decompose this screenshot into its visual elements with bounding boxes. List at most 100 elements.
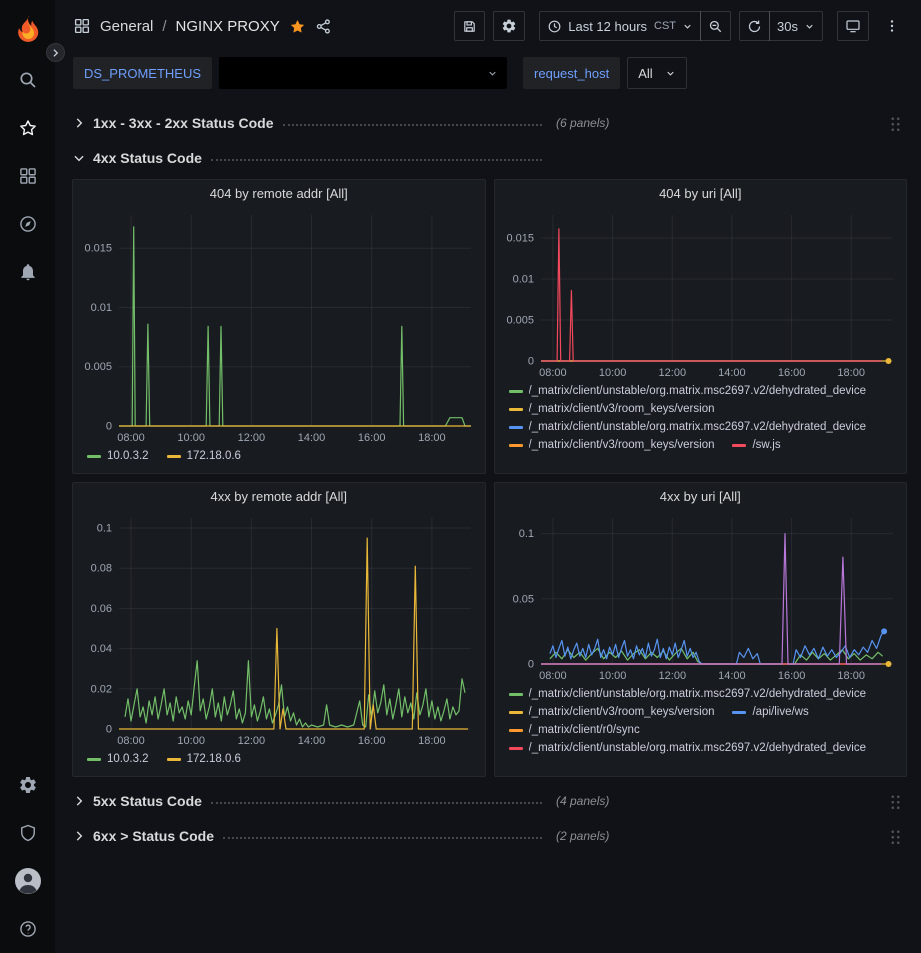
legend-item[interactable]: /sw.js [732, 439, 780, 451]
series-name: /_matrix/client/v3/room_keys/version [529, 706, 715, 718]
sidebar-item-dashboards[interactable] [0, 152, 55, 200]
request-host-selected-value: All [638, 66, 652, 81]
row-4xx-status-code[interactable]: 4xx Status Code [72, 144, 907, 172]
search-icon [18, 70, 38, 90]
tv-mode-button[interactable] [837, 11, 869, 41]
row-6xx-status-code[interactable]: 6xx > Status Code (2 panels) [72, 822, 907, 850]
legend-item[interactable]: /_matrix/client/unstable/org.matrix.msc2… [509, 742, 867, 754]
legend-item[interactable]: /api/live/ws [732, 706, 808, 718]
svg-text:0.01: 0.01 [512, 274, 533, 286]
time-series-chart[interactable]: 08:0010:0012:0014:0016:0018:0000.0050.01… [73, 207, 485, 446]
svg-text:08:00: 08:00 [539, 367, 567, 379]
svg-text:16:00: 16:00 [777, 367, 805, 379]
expand-sidebar-button[interactable] [46, 43, 65, 62]
refresh-controls: 30s [739, 11, 823, 41]
series-color-icon [509, 747, 523, 750]
svg-text:18:00: 18:00 [418, 432, 446, 444]
svg-text:08:00: 08:00 [539, 670, 567, 682]
legend-item[interactable]: /_matrix/client/r0/sync [509, 724, 640, 736]
time-range-label: Last 12 hours [568, 19, 647, 34]
svg-text:0: 0 [106, 724, 112, 736]
row-dots [211, 159, 542, 161]
sidebar-item-alerting[interactable] [0, 248, 55, 296]
svg-text:08:00: 08:00 [117, 735, 145, 747]
refresh-button[interactable] [739, 11, 770, 41]
star-icon [18, 118, 38, 138]
zoom-out-time-button[interactable] [700, 11, 731, 41]
dashboard-title[interactable]: NGINX PROXY [176, 18, 280, 35]
svg-text:14:00: 14:00 [298, 432, 326, 444]
request-host-variable: request_host All [523, 57, 687, 89]
monitor-icon [845, 18, 861, 34]
time-series-chart[interactable]: 08:0010:0012:0014:0016:0018:0000.020.040… [73, 510, 485, 749]
legend-item[interactable]: /_matrix/client/v3/room_keys/version [509, 403, 715, 415]
chart-canvas[interactable]: 08:0010:0012:0014:0016:0018:0000.0050.01… [73, 207, 485, 446]
row-panel-count: (2 panels) [556, 829, 609, 843]
dashboard-settings-button[interactable] [493, 11, 525, 41]
series-name: /_matrix/client/unstable/org.matrix.msc2… [529, 385, 867, 397]
sidebar-item-server-admin[interactable] [0, 809, 55, 857]
chart-canvas[interactable]: 08:0010:0012:0014:0016:0018:0000.050.1 [495, 510, 907, 684]
help-button[interactable] [0, 905, 55, 953]
time-series-chart[interactable]: 08:0010:0012:0014:0016:0018:0000.0050.01… [495, 207, 907, 381]
time-range-picker-button[interactable]: Last 12 hours CST [539, 11, 701, 41]
svg-text:0.1: 0.1 [97, 523, 112, 535]
series-color-icon [509, 390, 523, 393]
svg-text:14:00: 14:00 [298, 735, 326, 747]
favorite-star-icon[interactable] [289, 18, 306, 35]
request-host-select[interactable]: All [627, 57, 686, 89]
chart-legend: /_matrix/client/unstable/org.matrix.msc2… [495, 684, 907, 776]
clock-icon [547, 19, 562, 34]
legend-item[interactable]: /_matrix/client/v3/room_keys/version [509, 439, 715, 451]
panel-title[interactable]: 4xx by remote addr [All] [73, 483, 485, 510]
compass-icon [18, 214, 38, 234]
share-icon[interactable] [315, 18, 332, 35]
svg-text:16:00: 16:00 [358, 432, 386, 444]
breadcrumb-section[interactable]: General [100, 18, 153, 35]
sidebar-item-configuration[interactable] [0, 761, 55, 809]
svg-text:16:00: 16:00 [777, 670, 805, 682]
row-drag-handle-icon[interactable] [890, 828, 901, 845]
chart-canvas[interactable]: 08:0010:0012:0014:0016:0018:0000.020.040… [73, 510, 485, 749]
row-drag-handle-icon[interactable] [890, 115, 901, 132]
legend-item[interactable]: 10.0.3.2 [87, 450, 149, 462]
legend-item[interactable]: /_matrix/client/unstable/org.matrix.msc2… [509, 421, 867, 433]
sidebar-item-explore[interactable] [0, 200, 55, 248]
row-1xx-3xx-2xx-status-code[interactable]: 1xx - 3xx - 2xx Status Code (6 panels) [72, 109, 907, 137]
panel-title[interactable]: 404 by remote addr [All] [73, 180, 485, 207]
datasource-select[interactable] [219, 57, 507, 89]
svg-text:0: 0 [106, 421, 112, 433]
panel-title[interactable]: 404 by uri [All] [495, 180, 907, 207]
legend-item[interactable]: /_matrix/client/unstable/org.matrix.msc2… [509, 385, 867, 397]
search-button[interactable] [0, 56, 55, 104]
panel-title[interactable]: 4xx by uri [All] [495, 483, 907, 510]
svg-text:0.015: 0.015 [84, 243, 112, 255]
series-color-icon [509, 711, 523, 714]
svg-text:0: 0 [527, 659, 533, 671]
row-5xx-status-code[interactable]: 5xx Status Code (4 panels) [72, 787, 907, 815]
variables-submenu: DS_PROMETHEUS request_host All [55, 52, 921, 98]
time-series-chart[interactable]: 08:0010:0012:0014:0016:0018:0000.050.1 [495, 510, 907, 684]
panel-grid: 404 by remote addr [All] 08:0010:0012:00… [72, 179, 907, 777]
svg-text:12:00: 12:00 [658, 367, 686, 379]
chevron-right-icon [72, 794, 88, 808]
panel-404-by-uri: 404 by uri [All] 08:0010:0012:0014:0016:… [494, 179, 908, 474]
sidebar-item-starred[interactable] [0, 104, 55, 152]
legend-item[interactable]: /_matrix/client/unstable/org.matrix.msc2… [509, 688, 867, 700]
legend-item[interactable]: 10.0.3.2 [87, 753, 149, 765]
more-menu-button[interactable] [877, 11, 907, 41]
refresh-interval-dropdown[interactable]: 30s [769, 11, 823, 41]
save-dashboard-button[interactable] [454, 11, 485, 41]
series-name: 172.18.0.6 [187, 753, 241, 765]
main-area: General / NGINX PROXY Last 12 hours C [55, 0, 921, 953]
row-drag-handle-icon[interactable] [890, 793, 901, 810]
grafana-logo[interactable] [11, 12, 45, 46]
legend-item[interactable]: 172.18.0.6 [167, 753, 241, 765]
svg-text:18:00: 18:00 [837, 670, 865, 682]
legend-item[interactable]: 172.18.0.6 [167, 450, 241, 462]
chart-canvas[interactable]: 08:0010:0012:0014:0016:0018:0000.0050.01… [495, 207, 907, 381]
svg-text:12:00: 12:00 [238, 735, 266, 747]
series-color-icon [732, 711, 746, 714]
user-avatar[interactable] [0, 857, 55, 905]
legend-item[interactable]: /_matrix/client/v3/room_keys/version [509, 706, 715, 718]
